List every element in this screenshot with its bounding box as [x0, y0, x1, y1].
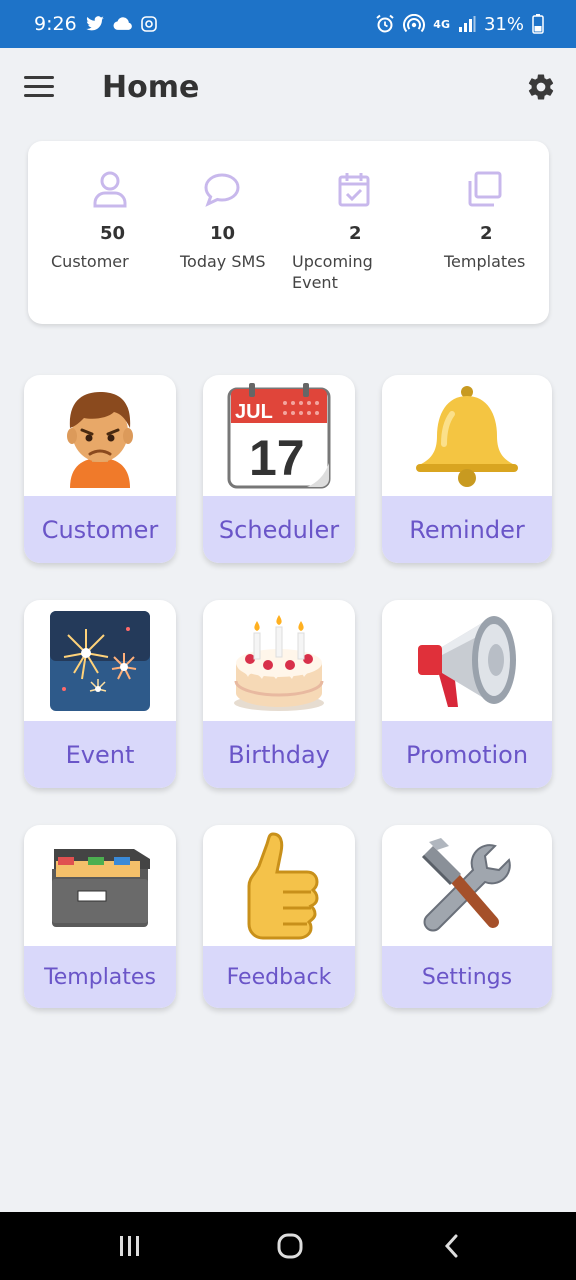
stat-label: Upcoming Event: [292, 251, 373, 293]
app-icon: [140, 16, 157, 32]
tile-label: Birthday: [203, 721, 355, 788]
tile-templates[interactable]: Templates: [24, 825, 176, 1008]
tile-birthday[interactable]: Birthday: [203, 600, 355, 788]
stat-label: Customer: [51, 252, 129, 271]
signal-icon: [458, 15, 476, 33]
file-box-emoji-icon: [24, 825, 176, 946]
home-icon[interactable]: [270, 1232, 310, 1260]
system-nav-bar: [0, 1212, 576, 1280]
gear-icon[interactable]: [526, 72, 558, 104]
tile-settings[interactable]: Settings: [382, 825, 552, 1008]
stat-value: 50: [100, 223, 126, 244]
recent-apps-icon[interactable]: [110, 1232, 150, 1260]
page-title: Home: [102, 70, 200, 105]
stat-today-sms[interactable]: 10 Today SMS: [178, 141, 308, 324]
megaphone-emoji-icon: [382, 600, 552, 721]
network-type: 4G: [433, 17, 450, 31]
stat-upcoming-event[interactable]: 2 Upcoming Event: [292, 141, 422, 324]
back-icon[interactable]: [432, 1232, 472, 1260]
tile-event[interactable]: Event: [24, 600, 176, 788]
calendar-check-icon: [334, 169, 374, 209]
battery-percent: 31%: [483, 13, 524, 35]
tile-scheduler[interactable]: JUL 17 Scheduler: [203, 375, 355, 563]
alarm-icon: [375, 14, 395, 34]
stat-customer[interactable]: 50 Customer: [48, 141, 178, 324]
stat-value: 2: [480, 223, 493, 244]
status-time: 9:26: [34, 13, 77, 35]
cloud-icon: [113, 17, 133, 31]
person-icon: [90, 169, 130, 209]
chat-bubble-icon: [202, 169, 242, 209]
calendar-day: 17: [249, 430, 305, 486]
stats-card: 50 Customer 10 Today SMS 2 Upcoming Even…: [28, 141, 549, 324]
tile-label: Promotion: [382, 721, 552, 788]
cake-emoji-icon: [203, 600, 355, 721]
tile-label: Event: [24, 721, 176, 788]
stat-value: 2: [349, 223, 362, 244]
stat-label-line1: Upcoming: [292, 252, 373, 271]
app-bar: Home: [0, 48, 576, 132]
tools-emoji-icon: [382, 825, 552, 946]
tile-label: Reminder: [382, 496, 552, 563]
bell-emoji-icon: [382, 375, 552, 496]
tile-label: Scheduler: [203, 496, 355, 563]
tile-label: Feedback: [203, 946, 355, 1008]
stat-label: Templates: [444, 252, 526, 271]
copy-icon: [464, 169, 504, 209]
thumbs-up-emoji-icon: [203, 825, 355, 946]
stat-value: 10: [210, 223, 236, 244]
hotspot-icon: [403, 14, 426, 34]
tile-label: Templates: [24, 946, 176, 1008]
stat-templates[interactable]: 2 Templates: [430, 141, 560, 324]
status-bar: 9:26 4G 31%: [0, 0, 576, 48]
tile-label: Settings: [382, 946, 552, 1008]
tile-label: Customer: [24, 496, 176, 563]
tile-promotion[interactable]: Promotion: [382, 600, 552, 788]
battery-icon: [532, 14, 544, 34]
fireworks-emoji-icon: [24, 600, 176, 721]
calendar-emoji-icon: JUL 17: [203, 375, 355, 496]
calendar-month: JUL: [235, 401, 273, 423]
stat-label: Today SMS: [180, 252, 266, 271]
tile-customer[interactable]: Customer: [24, 375, 176, 563]
person-emoji-icon: [24, 375, 176, 496]
tile-feedback[interactable]: Feedback: [203, 825, 355, 1008]
tile-reminder[interactable]: Reminder: [382, 375, 552, 563]
hamburger-menu-icon[interactable]: [24, 76, 54, 100]
twitter-icon: [85, 16, 105, 32]
stat-label-line2: Event: [292, 273, 338, 292]
